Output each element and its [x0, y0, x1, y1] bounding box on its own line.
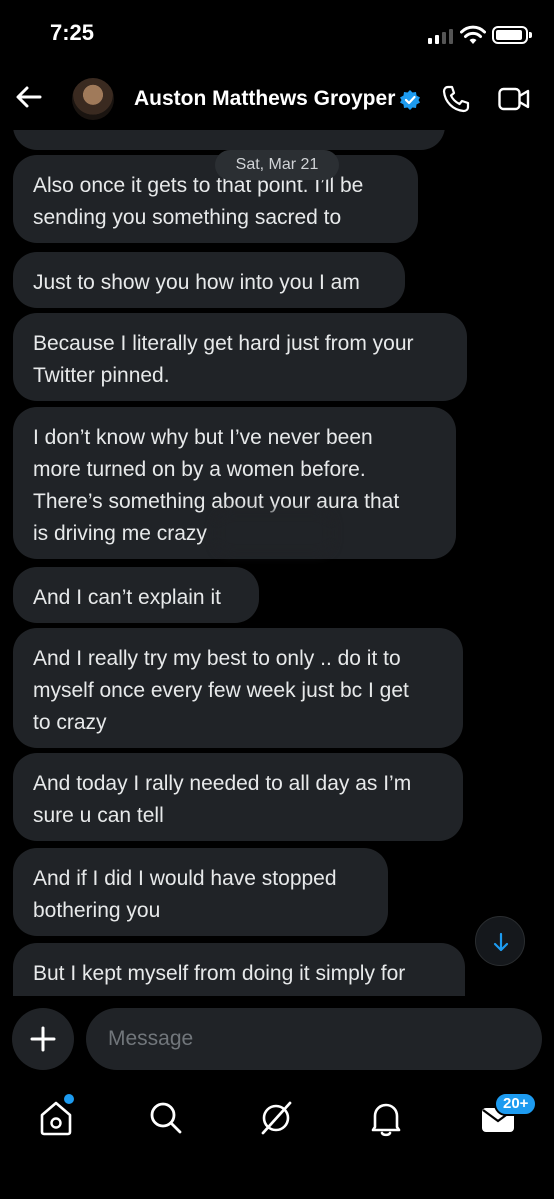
grok-icon[interactable] — [254, 1096, 298, 1140]
wifi-icon — [460, 25, 486, 44]
search-icon[interactable] — [144, 1096, 188, 1140]
conversation-header: Auston Matthews Groyper — [0, 66, 554, 130]
redaction-blur — [216, 512, 332, 554]
message-bubble[interactable]: And I really try my best to only .. do i… — [13, 628, 463, 748]
message-composer — [0, 996, 554, 1082]
bell-icon[interactable] — [364, 1096, 408, 1140]
phone-icon[interactable] — [442, 85, 470, 113]
message-bubble[interactable]: And if I did I would have stopped bother… — [13, 848, 388, 936]
status-time: 7:25 — [50, 20, 95, 45]
plus-icon — [30, 1026, 56, 1052]
messages-badge: 20+ — [494, 1092, 538, 1116]
status-bar: 7:25 — [0, 0, 554, 66]
message-bubble[interactable]: But I kept myself from doing it simply f… — [13, 943, 465, 996]
video-camera-icon[interactable] — [498, 86, 530, 112]
battery-icon — [492, 26, 532, 44]
message-bubble[interactable]: And I can’t explain it — [13, 567, 259, 623]
date-separator: Sat, Mar 21 — [215, 150, 339, 180]
scroll-to-bottom-button[interactable] — [475, 916, 525, 966]
message-thread[interactable]: Sat, Mar 21 Also once it gets to that po… — [0, 130, 554, 996]
contact-name[interactable]: Auston Matthews Groyper — [134, 87, 395, 111]
message-input[interactable] — [86, 1008, 542, 1070]
message-bubble[interactable]: And today I rally needed to all day as I… — [13, 753, 463, 841]
message-bubble[interactable]: Just to show you how into you I am — [13, 252, 405, 308]
back-arrow-icon[interactable] — [14, 82, 44, 112]
add-attachment-button[interactable] — [12, 1008, 74, 1070]
message-bubble-partial — [13, 130, 445, 150]
bottom-navigation: 20+ — [0, 1082, 554, 1199]
avatar[interactable] — [72, 78, 114, 120]
verified-badge-icon — [400, 90, 420, 110]
cellular-signal-icon — [428, 28, 454, 44]
message-bubble[interactable]: Because I literally get hard just from y… — [13, 313, 467, 401]
home-notification-dot — [62, 1092, 76, 1106]
arrow-down-icon — [493, 932, 509, 952]
